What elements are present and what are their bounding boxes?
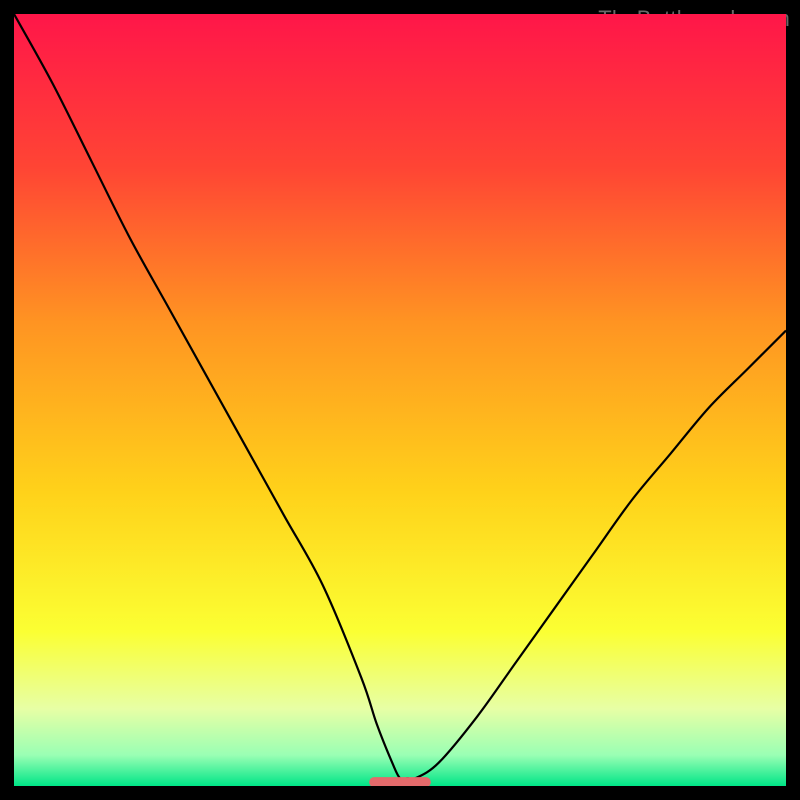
- chart-svg: [14, 14, 786, 786]
- optimal-marker: [369, 777, 431, 786]
- gradient-background: [14, 14, 786, 786]
- bottleneck-chart: [14, 14, 786, 786]
